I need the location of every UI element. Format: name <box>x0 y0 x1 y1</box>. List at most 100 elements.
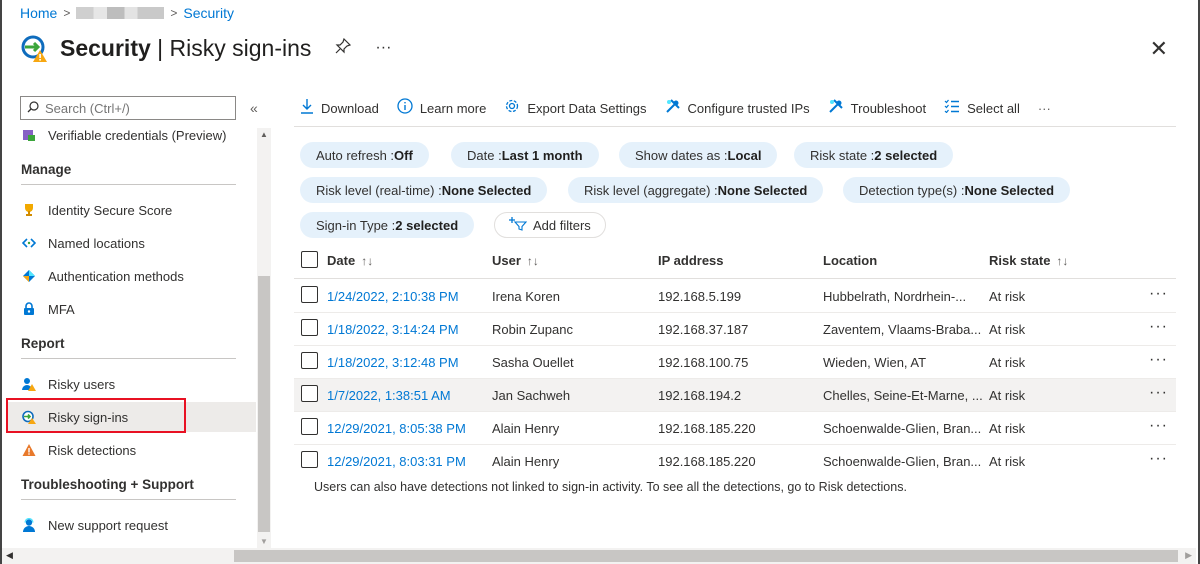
user-cell: Jan Sachweh <box>492 388 571 403</box>
filter-risk-level-aggregate[interactable]: Risk level (aggregate) : None Selected <box>568 177 824 203</box>
row-more-button[interactable]: ··· <box>1149 285 1168 303</box>
info-icon <box>397 98 413 118</box>
filter-risk-state[interactable]: Risk state : 2 selected <box>794 142 954 168</box>
breadcrumb-home[interactable]: Home <box>20 5 57 21</box>
add-filter-icon <box>509 216 528 234</box>
table-row[interactable]: 1/24/2022, 2:10:38 PM Irena Koren 192.16… <box>294 280 1176 313</box>
column-header-location: Location <box>823 253 878 268</box>
risk-state-cell: At risk <box>989 355 1026 370</box>
scroll-down-icon[interactable]: ▼ <box>260 537 268 546</box>
ip-cell: 192.168.194.2 <box>658 388 742 403</box>
row-checkbox[interactable] <box>301 319 318 336</box>
column-header-risk-state[interactable]: Risk state ↑↓ <box>989 253 1068 268</box>
sidebar-item-risky-sign-ins[interactable]: Risky sign-ins <box>8 402 256 432</box>
section-report: Report <box>21 336 65 351</box>
sort-icon: ↑↓ <box>526 254 539 268</box>
command-bar: Download Learn more Export Data Settings… <box>300 96 1051 120</box>
scrollbar-thumb[interactable] <box>258 276 270 532</box>
filter-auto-refresh[interactable]: Auto refresh : Off <box>300 142 429 168</box>
scrollbar-thumb[interactable] <box>234 550 1178 562</box>
sidebar-item-named-locations[interactable]: Named locations <box>8 228 256 258</box>
table-row[interactable]: 12/29/2021, 8:05:38 PM Alain Henry 192.1… <box>294 412 1176 445</box>
sidebar-item-label: New support request <box>48 517 168 533</box>
sidebar-item-verifiable-credentials[interactable]: Verifiable credentials (Preview) <box>8 126 256 150</box>
more-icon[interactable]: ··· <box>375 39 391 57</box>
date-link[interactable]: 12/29/2021, 8:03:31 PM <box>327 454 466 469</box>
row-more-button[interactable]: ··· <box>1149 450 1168 468</box>
row-checkbox[interactable] <box>301 418 318 435</box>
select-all-checkbox[interactable] <box>301 251 318 268</box>
filter-detection-types[interactable]: Detection type(s) : None Selected <box>843 177 1071 203</box>
date-link[interactable]: 1/24/2022, 2:10:38 PM <box>327 289 459 304</box>
date-link[interactable]: 1/18/2022, 3:12:48 PM <box>327 355 459 370</box>
risk-state-cell: At risk <box>989 388 1026 403</box>
sidebar-item-new-support-request[interactable]: New support request <box>8 510 256 540</box>
learn-more-button[interactable]: Learn more <box>397 98 486 118</box>
sidebar-item-mfa[interactable]: MFA <box>8 294 256 324</box>
sidebar-search[interactable] <box>20 96 236 120</box>
risky-signins-icon <box>20 33 50 63</box>
export-data-settings-label: Export Data Settings <box>527 100 647 116</box>
date-link[interactable]: 1/18/2022, 3:14:24 PM <box>327 322 459 337</box>
scroll-right-icon[interactable]: ▶ <box>1185 550 1192 561</box>
filter-risk-level-realtime[interactable]: Risk level (real-time) : None Selected <box>300 177 548 203</box>
row-checkbox[interactable] <box>301 451 318 468</box>
troubleshoot-button[interactable]: Troubleshoot <box>828 98 926 118</box>
close-icon[interactable]: ✕ <box>1150 36 1168 62</box>
toolbar-divider <box>294 126 1176 127</box>
pin-icon[interactable] <box>335 37 352 59</box>
sidebar-scrollbar[interactable]: ▲ ▼ <box>257 128 271 548</box>
filter-sign-in-type[interactable]: Sign-in Type : 2 selected <box>300 212 475 238</box>
download-label: Download <box>321 100 379 116</box>
ip-cell: 192.168.100.75 <box>658 355 749 370</box>
download-button[interactable]: Download <box>300 98 379 118</box>
location-cell: Zaventem, Vlaams-Braba... <box>823 322 982 337</box>
search-icon <box>27 100 39 116</box>
sidebar-item-risk-detections[interactable]: Risk detections <box>8 435 256 465</box>
page-header: Security | Risky sign-ins ··· <box>20 33 391 63</box>
filter-show-dates-as[interactable]: Show dates as : Local <box>619 142 778 168</box>
row-checkbox[interactable] <box>301 352 318 369</box>
section-divider <box>21 358 236 359</box>
table-row[interactable]: 1/18/2022, 3:14:24 PM Robin Zupanc 192.1… <box>294 313 1176 346</box>
date-link[interactable]: 1/7/2022, 1:38:51 AM <box>327 388 451 403</box>
breadcrumb-separator: > <box>63 6 71 20</box>
table-row[interactable]: 1/7/2022, 1:38:51 AM Jan Sachweh 192.168… <box>294 379 1176 412</box>
footnote-text: Users can also have detections not linke… <box>314 480 907 494</box>
select-all-button[interactable]: Select all <box>944 99 1020 117</box>
sidebar-item-label: MFA <box>48 301 75 317</box>
row-more-button[interactable]: ··· <box>1149 417 1168 435</box>
export-data-settings-button[interactable]: Export Data Settings <box>504 98 647 118</box>
sidebar-item-label: Risk detections <box>48 442 137 458</box>
filter-date[interactable]: Date : Last 1 month <box>451 142 599 168</box>
table-row[interactable]: 1/18/2022, 3:12:48 PM Sasha Ouellet 192.… <box>294 346 1176 379</box>
sidebar-item-risky-users[interactable]: Risky users <box>8 369 256 399</box>
horizontal-scrollbar[interactable]: ◀ ▶ <box>2 548 1196 564</box>
date-link[interactable]: 12/29/2021, 8:05:38 PM <box>327 421 466 436</box>
auth-methods-icon <box>22 269 36 283</box>
user-cell: Alain Henry <box>492 454 560 469</box>
user-cell: Robin Zupanc <box>492 322 573 337</box>
breadcrumb: Home > > Security <box>20 5 234 21</box>
scroll-left-icon[interactable]: ◀ <box>6 550 13 561</box>
row-more-button[interactable]: ··· <box>1149 351 1168 369</box>
configure-trusted-ips-button[interactable]: Configure trusted IPs <box>665 98 810 118</box>
row-more-button[interactable]: ··· <box>1149 384 1168 402</box>
toolbar-more-button[interactable]: ··· <box>1038 101 1051 116</box>
scroll-up-icon[interactable]: ▲ <box>260 130 268 139</box>
row-checkbox[interactable] <box>301 286 318 303</box>
breadcrumb-security[interactable]: Security <box>183 5 234 21</box>
sidebar-item-authentication-methods[interactable]: Authentication methods <box>8 261 256 291</box>
sidebar-item-identity-secure-score[interactable]: Identity Secure Score <box>8 195 256 225</box>
row-checkbox[interactable] <box>301 385 318 402</box>
column-header-user[interactable]: User ↑↓ <box>492 253 539 268</box>
page-title: Security | Risky sign-ins <box>60 34 312 61</box>
collapse-sidebar-button[interactable]: « <box>250 100 258 116</box>
add-filters-button[interactable]: Add filters <box>494 212 606 238</box>
row-more-button[interactable]: ··· <box>1149 318 1168 336</box>
troubleshoot-label: Troubleshoot <box>850 100 927 116</box>
section-manage: Manage <box>21 162 72 177</box>
column-header-date[interactable]: Date ↑↓ <box>327 253 373 268</box>
search-input[interactable] <box>45 100 215 116</box>
table-row[interactable]: 12/29/2021, 8:03:31 PM Alain Henry 192.1… <box>294 445 1176 478</box>
